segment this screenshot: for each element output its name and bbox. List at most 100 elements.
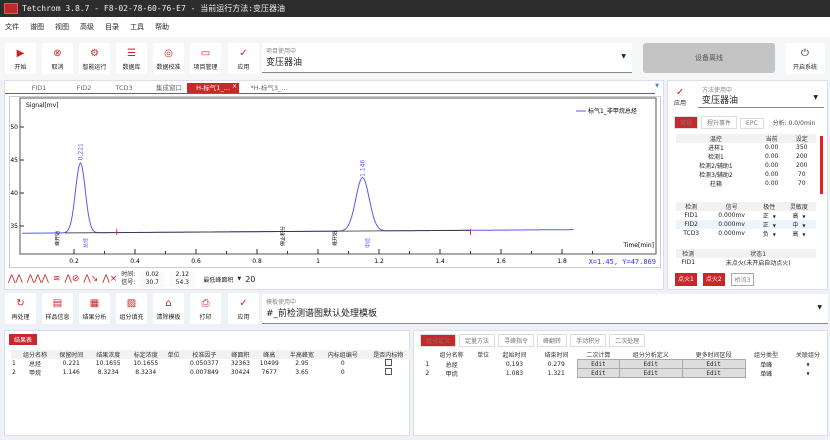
result-analysis-button[interactable]: ▦ 结果分析 (79, 293, 110, 324)
edit-button[interactable]: Edit (681, 368, 746, 378)
event-label[interactable]: 峰开始 (331, 231, 338, 246)
table-row[interactable]: 2 甲烷 1.146 8.3234 8.3234 0.007849 30424 7677 3.6… (11, 368, 411, 377)
table-cell[interactable]: 70 (788, 179, 817, 188)
tab-epc[interactable]: EPC (740, 118, 764, 129)
table-cell[interactable] (365, 368, 411, 377)
table-row[interactable]: 柱箱 0.00 70 (676, 179, 816, 188)
table-cell: 未点火(未开启自动点火) (725, 260, 791, 267)
tab-results[interactable]: 结果表 (9, 334, 38, 345)
chevron-down-icon[interactable]: ▼ (773, 223, 776, 228)
table-row[interactable]: FID1 0.000mv 正 ▼ 高 ▼ (676, 211, 816, 220)
table-cell[interactable]: 单峰 (745, 360, 787, 369)
signal-min[interactable]: 30.7 (139, 279, 165, 287)
table-cell[interactable]: 中 ▼ (782, 220, 816, 229)
row-number: 1 (11, 360, 16, 367)
peak-cut-icon[interactable]: ⋀× (102, 274, 117, 284)
peak-remove-icon[interactable]: ⋀⊘ (64, 274, 79, 284)
table-cell[interactable]: 单峰 (745, 369, 787, 378)
time-start[interactable]: 0.02 (139, 271, 165, 279)
table-cell[interactable]: 70 (788, 170, 817, 179)
chevron-down-icon[interactable]: ▼ (802, 214, 805, 219)
component-tab[interactable]: 峰翻转 (537, 334, 568, 347)
column-header: 保留时间 (59, 352, 84, 359)
table-cell: 1.146 (62, 369, 80, 376)
table-cell[interactable]: 正 ▼ (757, 211, 782, 220)
component-tab[interactable]: 组分定义 (420, 334, 457, 347)
tab-general[interactable]: 常规 (674, 116, 699, 129)
event-label[interactable]: 停止积分 (279, 226, 286, 246)
tab-temp-program[interactable]: 程升事件 (701, 116, 738, 129)
table-cell[interactable]: 200 (788, 152, 817, 161)
bridge-3-button[interactable]: 桥流3 (730, 273, 755, 286)
signal-max[interactable]: 54.3 (169, 279, 195, 287)
table-cell[interactable]: 高 ▼ (782, 211, 816, 220)
ignite-1-button[interactable]: 点火1 (675, 273, 697, 286)
table-cell: 10.1655 (133, 360, 159, 367)
chevron-down-icon[interactable]: ▼ (773, 232, 776, 237)
noise-icon[interactable]: ≋ (53, 274, 61, 284)
clear-template-button[interactable]: ⌂ 清除模板 (153, 293, 184, 324)
internal-standard-checkbox[interactable] (384, 359, 392, 366)
table-row[interactable]: 1 总烃 0.193 0.279 Edit Edit Edit 单峰 ▼ (424, 359, 829, 369)
table-row[interactable]: FID2 0.000mv 正 ▼ 中 ▼ (676, 220, 816, 229)
table-row[interactable]: 1 总烃 0.221 10.1655 10.1655 0.050377 32363 10499… (11, 359, 411, 368)
edit-button[interactable]: Edit (576, 368, 620, 378)
sample-info-icon: ▤ (52, 298, 63, 309)
table-row[interactable]: 2 甲烷 1.083 1.321 Edit Edit Edit 单峰 ▼ (424, 368, 829, 378)
chevron-down-icon[interactable]: ▼ (787, 369, 829, 378)
power-button[interactable]: ⏻ 开启系统 (785, 43, 825, 74)
min-area-input[interactable]: 20 (245, 275, 275, 284)
table-cell: 0.00 (764, 171, 779, 178)
component-tab[interactable]: 手动积分 (570, 334, 607, 347)
table-cell[interactable]: 负 ▼ (757, 229, 782, 238)
table-cell: 32363 (230, 360, 250, 367)
component-tab[interactable]: 二次处理 (609, 334, 646, 347)
table-row[interactable]: 检测1 0.00 200 (676, 152, 816, 161)
method-select[interactable]: 方法使用中 变压器油 ▼ (698, 84, 824, 108)
chevron-down-icon[interactable]: ▼ (802, 223, 805, 228)
column-header: 起始时间 (502, 352, 527, 360)
time-end[interactable]: 2.12 (169, 271, 195, 279)
peak-tool-icon[interactable]: ⋀⋀ (8, 274, 23, 284)
multi-peak-icon[interactable]: ⋀⋀⋀ (27, 274, 49, 284)
table-cell[interactable]: 正 ▼ (757, 220, 782, 229)
peak-rt-label[interactable]: 0.221 (77, 143, 84, 160)
table-cell[interactable]: 350 (788, 143, 817, 152)
table-cell[interactable]: 高 ▼ (782, 229, 816, 238)
table-cell[interactable] (365, 359, 411, 368)
table-row[interactable]: 检测2/辅助1 0.00 200 (676, 161, 816, 170)
template-select[interactable]: 模板使用中 #_前检测谱图默认处理模板 ▼ (262, 294, 828, 324)
component-tab[interactable]: 寻峰指令 (498, 334, 535, 347)
peak-mark-icon[interactable]: ⋀↘ (83, 274, 98, 284)
print-button[interactable]: ⎙ 打印 (190, 293, 221, 324)
chevron-down-icon[interactable]: ▼ (802, 232, 805, 237)
component-tab[interactable]: 定量方法 (459, 334, 496, 347)
chevron-down-icon[interactable]: ▼ (773, 214, 776, 219)
internal-standard-checkbox[interactable] (384, 368, 392, 375)
chevron-down-icon[interactable]: ▼ (237, 276, 241, 282)
table-row[interactable]: 进样1 0.00 350 (676, 143, 816, 152)
reprocess-button[interactable]: ↻ 再处理 (5, 293, 36, 324)
peak-rt-label[interactable]: 1.146 (360, 159, 367, 176)
components-table: 组分名称 单位 起始时间 结束时间 二次计算 组分分析定义 更多时间区段 组分类型 关联组分 1 总… (424, 350, 829, 378)
apply-method-button[interactable]: ✓ 应用 (674, 87, 686, 107)
edit-button[interactable]: Edit (576, 359, 620, 369)
scrollbar[interactable] (820, 136, 823, 194)
table-row[interactable]: FID1 未点火(未开启自动点火) (676, 258, 816, 267)
sample-info-button[interactable]: ▤ 样品信息 (42, 293, 73, 324)
legend-label: 标气1_非甲烷总烃 (588, 107, 637, 115)
edit-button[interactable]: Edit (681, 359, 746, 369)
table-row[interactable]: TCD3 0.000mv 负 ▼ 高 ▼ (676, 229, 816, 238)
table-row[interactable]: 检测3/辅助2 0.00 70 (676, 170, 816, 179)
components-panel: 组分定义 定量方法 寻峰指令 峰翻转 手动积分 二次处理 组分名称 单位 起始时间 结束时间 二次… (413, 330, 828, 436)
event-label[interactable]: 峰开始 (54, 231, 61, 246)
chevron-down-icon[interactable]: ▼ (787, 360, 829, 369)
table-cell: FID2 (684, 221, 698, 228)
fill-button[interactable]: ▨ 组分填充 (116, 293, 147, 324)
column-header: 关联组分 (795, 352, 820, 360)
edit-button[interactable]: Edit (618, 359, 683, 369)
edit-button[interactable]: Edit (618, 368, 683, 378)
ignite-2-button[interactable]: 点火2 (702, 273, 725, 286)
table-cell[interactable]: 200 (788, 161, 817, 170)
apply-template-button[interactable]: ✓ 应用 (228, 293, 259, 324)
